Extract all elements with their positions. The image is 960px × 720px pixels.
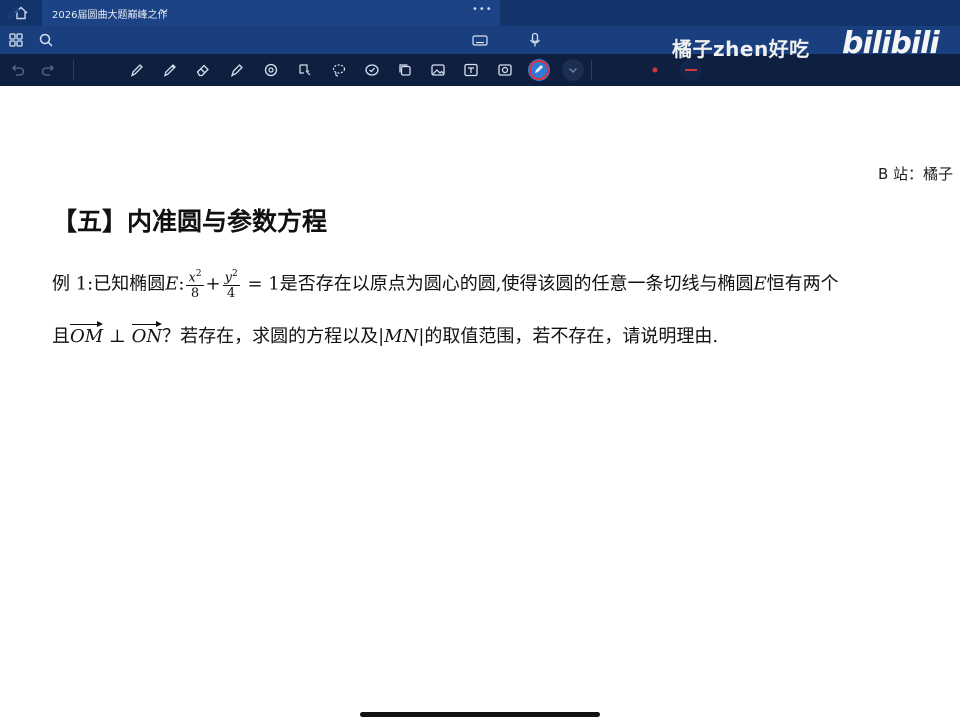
fraction-y-den: 4 xyxy=(227,286,236,302)
plus-sign: + xyxy=(205,273,221,295)
problem-middle: 是否存在以原点为圆心的圆,使得该圆的任意一条切线与椭圆 xyxy=(279,273,754,295)
pen-icon[interactable] xyxy=(128,61,146,79)
toolbar-divider xyxy=(591,60,592,80)
pen-mode-icon xyxy=(6,6,20,20)
camera-icon[interactable] xyxy=(496,61,514,79)
page-header-source: B 站：橘子 xyxy=(878,165,954,183)
ellipse-name-2: E xyxy=(753,273,767,295)
color-icon[interactable] xyxy=(528,59,550,81)
tab-bar: 2026届圆曲大题巅峰之作 ••• xyxy=(0,0,960,26)
red-dot-icon[interactable] xyxy=(652,67,658,73)
highlighter-icon[interactable] xyxy=(228,61,246,79)
copy-icon[interactable] xyxy=(396,61,414,79)
fraction-y-num: y xyxy=(224,270,232,286)
lasso-icon[interactable] xyxy=(330,61,348,79)
fraction-y: y2 4 xyxy=(222,269,240,302)
ellipse-name: E xyxy=(165,273,179,295)
sticker-icon[interactable] xyxy=(363,61,381,79)
line2-middle: ？若存在，求圆的方程以及 xyxy=(162,326,379,347)
pen-color-swatch-icon[interactable] xyxy=(680,59,702,81)
redo-icon[interactable] xyxy=(39,61,57,79)
vector-om: OM xyxy=(70,321,104,347)
text-icon[interactable] xyxy=(462,61,480,79)
line2-prefix: 且 xyxy=(52,326,70,347)
grid-icon[interactable] xyxy=(7,31,25,49)
more-icon[interactable]: ••• xyxy=(472,4,493,15)
perpendicular: ⊥ xyxy=(103,326,132,347)
equals-one: = 1 xyxy=(247,273,280,295)
abs-mn: |MN| xyxy=(378,326,425,347)
pencil-icon[interactable] xyxy=(161,61,179,79)
lasso-select-icon[interactable] xyxy=(296,61,314,79)
eraser-icon[interactable] xyxy=(194,61,212,79)
chevron-down-icon xyxy=(569,68,577,73)
problem-suffix: 恒有两个 xyxy=(766,273,839,295)
vector-on: ON xyxy=(131,321,162,347)
tab-title[interactable]: 2026届圆曲大题巅峰之作 xyxy=(52,6,167,21)
fraction-x-den: 8 xyxy=(190,286,200,302)
chevron-down-icon[interactable] xyxy=(160,7,168,15)
tools-toolbar xyxy=(0,54,960,86)
keyboard-icon[interactable] xyxy=(471,31,489,49)
main-toolbar xyxy=(0,26,960,54)
document-page[interactable]: B 站：橘子 【五】内准圆与参数方程 例 1:已知椭圆E: x2 8 + y2 4 = 1… xyxy=(0,86,960,720)
section-title: 【五】内准圆与参数方程 xyxy=(52,207,328,236)
problem-line-2: 且OM ⊥ ON？若存在，求圆的方程以及|MN|的取值范围，若不存在，请说明理由… xyxy=(52,321,719,348)
line2-suffix: 的取值范围，若不存在，请说明理由. xyxy=(424,326,719,347)
pen-color-icon xyxy=(529,60,549,80)
fraction-x-num: x xyxy=(188,270,196,286)
red-line-icon xyxy=(685,69,697,71)
fraction-x: x2 8 xyxy=(186,269,204,302)
home-indicator[interactable] xyxy=(360,712,600,717)
dropdown-icon[interactable] xyxy=(562,59,584,81)
shape-icon[interactable] xyxy=(262,61,280,79)
toolbar-divider xyxy=(73,60,74,80)
colon: : xyxy=(178,273,185,295)
problem-prefix: 例 1:已知椭圆 xyxy=(52,273,166,295)
microphone-icon[interactable] xyxy=(526,31,544,49)
bilibili-logo: bilibili xyxy=(842,26,940,61)
search-icon[interactable] xyxy=(37,31,55,49)
watermark-text: 橘子zhen好吃 xyxy=(672,37,810,61)
problem-line-1: 例 1:已知椭圆E: x2 8 + y2 4 = 1是否存在以原点为圆心的圆,使得该圆的任… xyxy=(52,267,839,307)
undo-icon[interactable] xyxy=(9,61,27,79)
image-icon[interactable] xyxy=(429,61,447,79)
